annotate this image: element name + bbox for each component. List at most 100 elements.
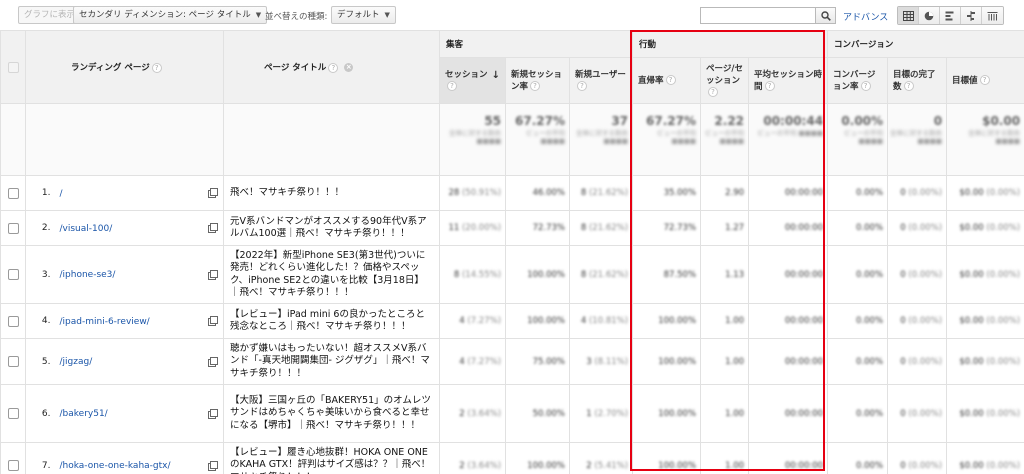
open-link-icon[interactable]: [208, 316, 219, 326]
help-icon[interactable]: ?: [328, 62, 339, 73]
goal-value-cell: $0.00 (0.00%): [946, 175, 1024, 211]
help-icon[interactable]: ?: [764, 81, 775, 91]
bounce-rate-header-label: 直帰率: [638, 75, 664, 86]
conversion-rate-column-header[interactable]: コンバージョン率?: [827, 57, 889, 104]
remove-icon[interactable]: ×: [344, 63, 354, 72]
goal-completions-column-header[interactable]: 目標の完了数?: [887, 57, 948, 104]
pages-per-session-column-header[interactable]: ページ/セッション?: [700, 57, 750, 104]
sort-type-dropdown[interactable]: デフォルト ▼: [331, 6, 396, 24]
table-row: 2. /visual-100/ 元V系バンドマンがオススメする90年代V系アルバ…: [0, 210, 1024, 246]
row-select-cell: [0, 175, 26, 211]
show-in-chart-button[interactable]: グラフに表示: [18, 6, 82, 24]
row-checkbox[interactable]: [7, 315, 19, 327]
page-title-cell: 聴かず嫌いはもったいない！超オススメV系バンド「-真天地開闢集団- ジグザグ」｜…: [223, 338, 441, 385]
row-checkbox[interactable]: [7, 222, 19, 234]
new-users-value: 3: [586, 356, 592, 367]
sessions-header-label: セッション: [445, 69, 488, 80]
help-icon[interactable]: ?: [979, 75, 990, 85]
help-icon[interactable]: ?: [708, 87, 719, 97]
row-checkbox[interactable]: [7, 408, 19, 419]
conversion-rate-value: 0.00%: [856, 188, 884, 198]
landing-page-link[interactable]: /iphone-se3/: [60, 270, 116, 280]
new-session-rate-column-header[interactable]: 新規セッション率?: [505, 57, 571, 104]
help-icon[interactable]: ?: [665, 75, 676, 85]
table-row: 7. /hoka-one-one-kaha-gtx/ 【レビュー】履き心地抜群！…: [0, 442, 1024, 474]
new-session-rate-value: 46.00%: [532, 188, 566, 198]
open-link-icon[interactable]: [208, 269, 219, 280]
total-goal-value: $0.00 全体に対する割合 ■■■■: [946, 103, 1024, 176]
row-checkbox[interactable]: [7, 356, 19, 367]
goal-value-column-header[interactable]: 目標値?: [946, 57, 1024, 104]
landing-page-column-header[interactable]: ランディング ページ?: [24, 30, 225, 104]
landing-page-link[interactable]: /hoka-one-one-kaha-gtx/: [60, 461, 171, 471]
pages-per-session-value: 1.13: [725, 269, 745, 280]
help-icon[interactable]: ?: [447, 81, 458, 91]
row-checkbox[interactable]: [7, 187, 19, 199]
comparison-view-button[interactable]: [961, 7, 982, 24]
landing-page-cell: /visual-100/: [53, 210, 225, 246]
help-icon[interactable]: ?: [151, 62, 162, 73]
conversion-rate-cell: 0.00%: [827, 384, 889, 443]
conversion-rate-value: 0.00%: [856, 269, 884, 280]
help-icon[interactable]: ?: [530, 81, 541, 91]
open-link-icon[interactable]: [208, 460, 219, 471]
new-users-percent: (21.62%): [588, 269, 629, 280]
table-search-input[interactable]: [700, 7, 816, 24]
bounce-rate-column-header[interactable]: 直帰率?: [632, 57, 702, 104]
pages-per-session-cell: 1.00: [700, 442, 750, 474]
help-icon[interactable]: ?: [903, 81, 914, 91]
column-group-header-row: ランディング ページ? ページ タイトル? × 集客 行動 コンバージョン: [0, 30, 1024, 104]
search-button[interactable]: [816, 7, 836, 24]
sessions-cell: 28 (50.91%): [439, 175, 507, 211]
new-users-value: 1: [586, 408, 592, 419]
comparison-icon: [967, 10, 975, 21]
pivot-view-button[interactable]: [982, 7, 1003, 24]
percentage-view-button[interactable]: [919, 7, 940, 24]
row-checkbox[interactable]: [7, 460, 19, 471]
goal-value-cell: $0.00 (0.00%): [946, 210, 1024, 246]
grid-icon: [902, 10, 914, 21]
landing-page-link[interactable]: /ipad-mini-6-review/: [60, 317, 150, 327]
sessions-cell: 8 (14.55%): [439, 245, 507, 304]
secondary-dimension-dropdown[interactable]: セカンダリ ディメンション: ページ タイトル ▼: [73, 6, 268, 24]
table-row: 3. /iphone-se3/ 【2022年】新型iPhone SE3(第3世代…: [0, 245, 1024, 304]
total-new-users-sub: 全体に対する割合 ■■■■: [576, 129, 629, 145]
open-link-icon[interactable]: [208, 188, 219, 198]
help-icon[interactable]: ?: [577, 81, 588, 91]
goal-value-cell: $0.00 (0.00%): [946, 442, 1024, 474]
bounce-rate-cell: 100.00%: [632, 338, 702, 385]
landing-page-link[interactable]: /jigzag/: [60, 357, 93, 367]
open-link-icon[interactable]: [208, 408, 219, 419]
goal-value-cell: $0.00 (0.00%): [946, 303, 1024, 339]
help-icon[interactable]: ?: [860, 81, 871, 91]
avg-session-duration-column-header[interactable]: 平均セッション時間?: [748, 57, 829, 104]
goal-completions-cell: 0 (0.00%): [887, 384, 948, 443]
new-users-cell: 8 (21.62%): [569, 175, 634, 211]
performance-view-button[interactable]: [940, 7, 961, 24]
row-index: 4.: [25, 303, 54, 339]
avg-session-duration-value: 00:00:00: [784, 223, 824, 233]
landing-page-link[interactable]: /visual-100/: [60, 224, 113, 234]
row-checkbox[interactable]: [7, 269, 19, 280]
bounce-rate-value: 72.73%: [663, 223, 697, 233]
open-link-icon[interactable]: [208, 356, 219, 367]
landing-page-link[interactable]: /: [60, 189, 63, 199]
data-view-button[interactable]: [898, 7, 919, 24]
open-link-icon[interactable]: [208, 223, 219, 233]
new-session-rate-value: 72.73%: [532, 223, 566, 233]
sessions-column-header[interactable]: ↓ セッション?: [439, 57, 507, 104]
goal-completions-percent: (0.00%): [908, 460, 943, 471]
select-all-checkbox[interactable]: [7, 61, 19, 73]
new-users-percent: (21.62%): [588, 188, 629, 198]
goal-completions-percent: (0.00%): [908, 223, 943, 233]
sessions-value: 2: [459, 460, 465, 471]
chevron-down-icon: ▼: [384, 11, 390, 19]
landing-page-link[interactable]: /bakery51/: [60, 409, 108, 419]
total-avg-session-duration: 00:00:44 ビューの平均 ■■■■: [748, 103, 829, 176]
new-users-column-header[interactable]: 新規ユーザー?: [569, 57, 634, 104]
page-title-column-header[interactable]: ページ タイトル? ×: [223, 30, 441, 104]
advanced-filter-link[interactable]: アドバンス: [843, 10, 888, 23]
acquisition-group-header: 集客: [439, 30, 634, 58]
goal-value-cell: $0.00 (0.00%): [946, 338, 1024, 385]
new-session-rate-value: 50.00%: [532, 408, 566, 419]
